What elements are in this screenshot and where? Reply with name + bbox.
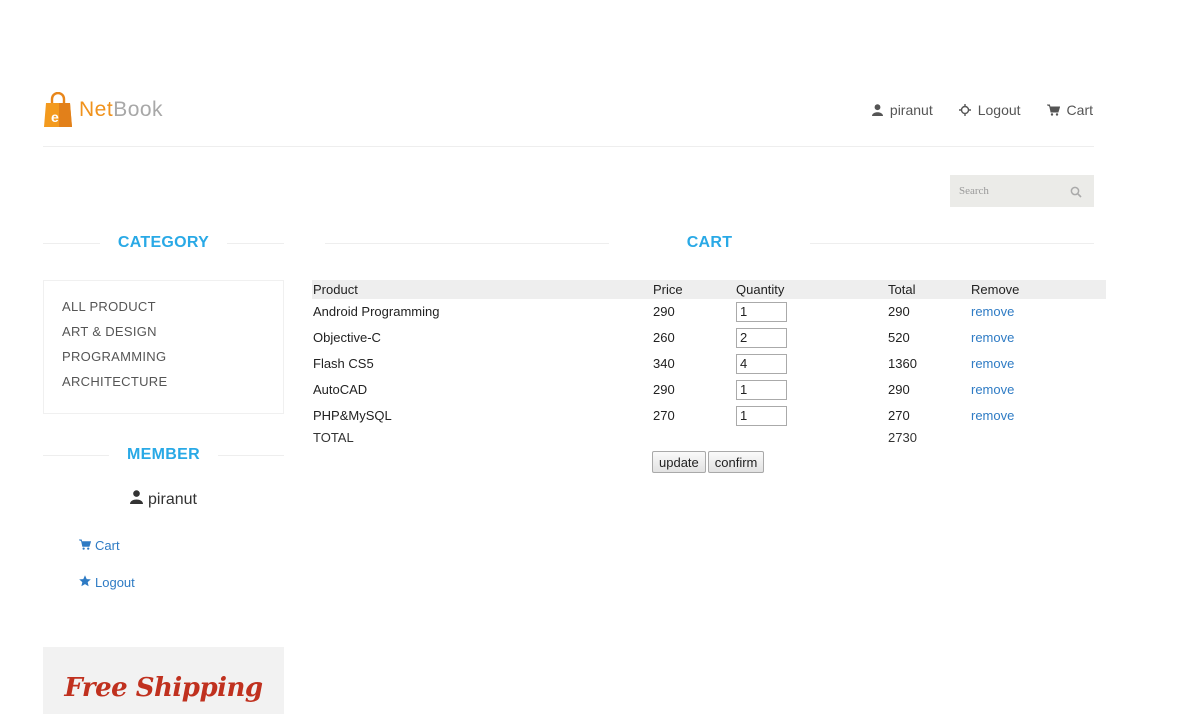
- category-item-all-product[interactable]: ALL PRODUCT: [62, 298, 283, 323]
- star-icon: [79, 575, 91, 590]
- remove-link[interactable]: remove: [971, 380, 1014, 399]
- header-total: Total: [888, 282, 916, 297]
- cart-actions: update confirm: [652, 451, 765, 473]
- cart-table-header: Product Price Quantity Total Remove: [312, 280, 1106, 299]
- user-icon: [130, 490, 144, 509]
- member-title: MEMBER: [127, 446, 200, 463]
- cart-table: Product Price Quantity Total Remove Andr…: [312, 280, 1106, 449]
- remove-link[interactable]: remove: [971, 406, 1014, 425]
- cart-total-row: TOTAL 2730: [312, 429, 1106, 449]
- cart-icon: [1046, 104, 1060, 116]
- brand-name: NetBook: [79, 98, 164, 121]
- confirm-button[interactable]: confirm: [707, 451, 765, 473]
- line-total: 290: [888, 304, 910, 319]
- product-price: 290: [653, 382, 675, 397]
- member-cart-link[interactable]: Cart: [79, 538, 120, 553]
- member-cart-label: Cart: [95, 538, 120, 553]
- table-row: AutoCAD 290 290 remove: [312, 377, 1106, 403]
- header-quantity: Quantity: [736, 282, 785, 297]
- product-name: AutoCAD: [313, 382, 368, 397]
- cart-title: CART: [686, 234, 733, 251]
- category-item-architecture[interactable]: ARCHITECTURE: [62, 373, 283, 398]
- line-total: 270: [888, 408, 910, 423]
- svg-text:e: e: [51, 109, 59, 125]
- product-name: Android Programming: [313, 304, 440, 319]
- product-price: 270: [653, 408, 675, 423]
- nav-user-label: piranut: [889, 102, 933, 118]
- crosshair-icon: [958, 104, 971, 116]
- category-list: ALL PRODUCT ART & DESIGN PROGRAMMING ARC…: [44, 281, 283, 398]
- quantity-input[interactable]: [736, 301, 787, 322]
- line-total: 290: [888, 382, 910, 397]
- promo-text: Free Shipping: [64, 673, 263, 703]
- product-price: 340: [653, 356, 675, 371]
- member-user: piranut: [43, 490, 284, 509]
- product-name: Objective-C: [313, 330, 381, 345]
- header-divider: [43, 146, 1094, 147]
- search-input[interactable]: [950, 175, 1069, 207]
- header-remove: Remove: [971, 282, 1020, 297]
- shopping-bag-icon: e: [43, 91, 73, 128]
- cart-heading: CART: [325, 233, 1095, 253]
- product-price: 290: [653, 304, 675, 319]
- line-total: 520: [888, 330, 910, 345]
- remove-link[interactable]: remove: [971, 302, 1014, 321]
- search-box: [950, 175, 1094, 207]
- header-product: Product: [313, 282, 358, 297]
- site-logo[interactable]: e NetBook: [43, 91, 164, 128]
- member-heading: MEMBER: [43, 445, 285, 465]
- quantity-input[interactable]: [736, 327, 787, 348]
- user-icon: [871, 104, 883, 116]
- member-username: piranut: [148, 490, 197, 508]
- nav-cart[interactable]: Cart: [1046, 102, 1093, 118]
- product-price: 260: [653, 330, 675, 345]
- quantity-input[interactable]: [736, 353, 787, 374]
- remove-link[interactable]: remove: [971, 354, 1014, 373]
- search-icon[interactable]: [1070, 185, 1082, 203]
- category-heading: CATEGORY: [43, 233, 285, 253]
- category-item-art-design[interactable]: ART & DESIGN: [62, 323, 283, 348]
- line-total: 1360: [888, 356, 917, 371]
- quantity-input[interactable]: [736, 405, 787, 426]
- quantity-input[interactable]: [736, 379, 787, 400]
- nav-cart-label: Cart: [1066, 102, 1093, 118]
- product-name: PHP&MySQL: [313, 408, 392, 423]
- header-price: Price: [653, 282, 683, 297]
- member-logout-label: Logout: [95, 575, 135, 590]
- nav-user[interactable]: piranut: [871, 102, 933, 118]
- table-row: Flash CS5 340 1360 remove: [312, 351, 1106, 377]
- total-label: TOTAL: [313, 430, 354, 445]
- table-row: Android Programming 290 290 remove: [312, 299, 1106, 325]
- product-name: Flash CS5: [313, 356, 374, 371]
- category-title: CATEGORY: [117, 234, 210, 251]
- category-item-programming[interactable]: PROGRAMMING: [62, 348, 283, 373]
- table-row: PHP&MySQL 270 270 remove: [312, 403, 1106, 429]
- cart-icon: [79, 538, 92, 553]
- nav-logout-label: Logout: [977, 102, 1021, 118]
- free-shipping-banner[interactable]: Free Shipping: [43, 647, 284, 714]
- remove-link[interactable]: remove: [971, 328, 1014, 347]
- category-panel: ALL PRODUCT ART & DESIGN PROGRAMMING ARC…: [43, 280, 284, 414]
- top-nav: piranut Logout Cart: [871, 102, 1093, 118]
- member-logout-link[interactable]: Logout: [79, 575, 135, 590]
- update-button[interactable]: update: [652, 451, 706, 473]
- table-row: Objective-C 260 520 remove: [312, 325, 1106, 351]
- nav-logout[interactable]: Logout: [958, 102, 1021, 118]
- total-value: 2730: [888, 430, 917, 445]
